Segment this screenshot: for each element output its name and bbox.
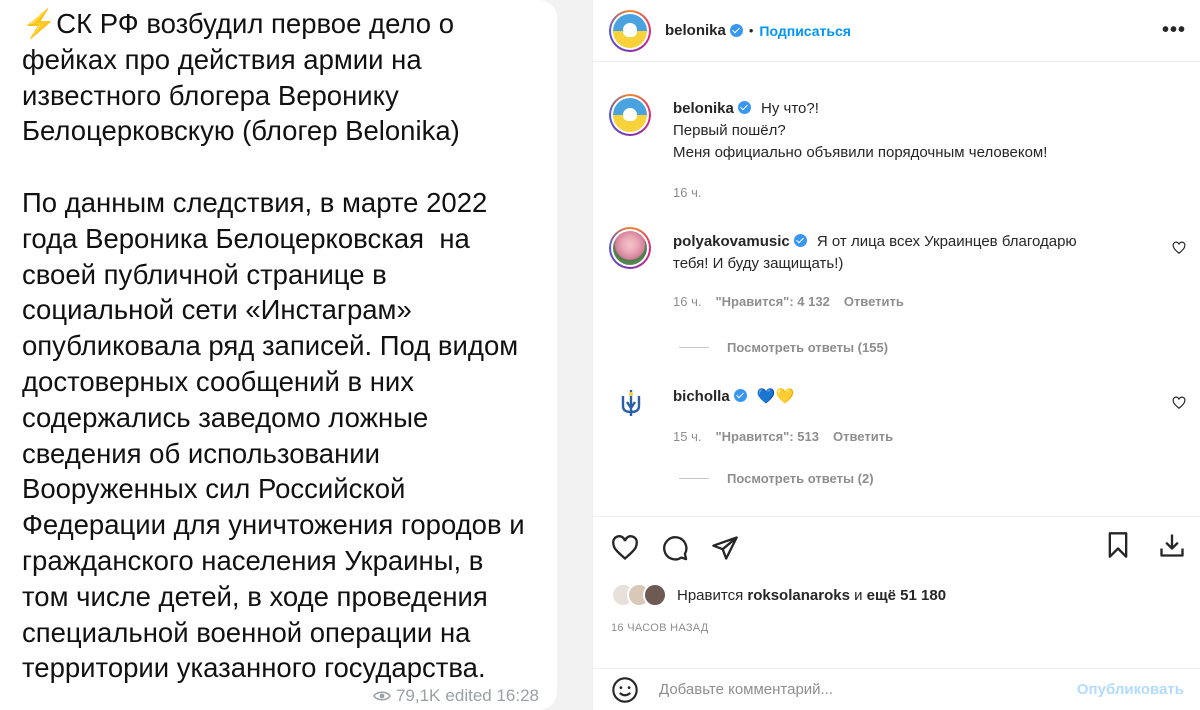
comment-username[interactable]: polyakovamusic <box>673 233 790 250</box>
verified-badge-icon <box>737 101 751 114</box>
comment-text: тебя! И буду защищать!) <box>673 255 844 272</box>
comment-username[interactable]: bicholla <box>673 388 730 405</box>
post-side-panel: belonika • Подписаться ••• belonika Ну ч… <box>592 0 1200 710</box>
comment-input[interactable] <box>659 681 1077 698</box>
caption-line: Ну что?! <box>761 100 819 117</box>
post-date[interactable]: 16 ЧАСОВ НАЗАД <box>611 622 709 634</box>
trident-icon <box>621 390 641 416</box>
liker-username[interactable]: roksolanaroks <box>747 587 850 604</box>
download-icon <box>1160 534 1184 557</box>
comment-text: Я от лица всех Украинцев благодарю <box>816 233 1077 250</box>
avatar[interactable] <box>609 227 651 269</box>
follow-button[interactable]: Подписаться <box>759 23 851 39</box>
likes-conjunction: и <box>854 586 863 604</box>
reply-button[interactable]: Ответить <box>844 291 904 313</box>
caption-time[interactable]: 16 ч. <box>673 182 701 204</box>
post-header: belonika • Подписаться ••• <box>593 0 1200 62</box>
replies-divider <box>679 478 709 479</box>
telegram-message-meta: 79,1K edited 16:28 <box>373 686 539 706</box>
comment-item: polyakovamusic Я от лица всех Украинцев … <box>609 227 1186 313</box>
view-replies-button[interactable]: Посмотреть ответы (155) <box>679 340 888 355</box>
like-comment-icon[interactable] <box>1172 241 1186 255</box>
likes-count[interactable]: ещё 51 180 <box>867 587 946 604</box>
likes-summary[interactable]: Нравится roksolanaroks и ещё 51 180 <box>611 578 1186 612</box>
verified-badge-icon <box>793 234 807 247</box>
caption-row: belonika Ну что?! Первый пошёл? Меня офи… <box>609 94 1186 204</box>
avatar[interactable] <box>609 9 651 52</box>
view-replies-button[interactable]: Посмотреть ответы (2) <box>679 471 874 486</box>
comment-likes[interactable]: "Нравится": 513 <box>715 426 819 448</box>
avatar[interactable] <box>609 382 651 424</box>
telegram-message-bubble: ⚡СК РФ возбудил первое дело о фейках про… <box>0 0 557 710</box>
edited-time: edited 16:28 <box>445 686 539 705</box>
like-button[interactable] <box>611 534 639 562</box>
add-comment-bar: Опубликовать <box>593 668 1200 710</box>
avatar[interactable] <box>609 94 651 136</box>
save-button[interactable] <box>1104 531 1132 564</box>
like-comment-icon[interactable] <box>1172 396 1186 410</box>
separator-dot: • <box>748 23 754 38</box>
verified-badge-icon <box>733 389 747 402</box>
post-media[interactable]: ⚡СК РФ возбудил первое дело о фейках про… <box>0 0 592 710</box>
send-icon <box>712 535 738 560</box>
reply-button[interactable]: Ответить <box>833 426 893 448</box>
comment-icon <box>663 535 688 561</box>
heart-icon <box>612 534 638 560</box>
comment-item: bicholla 💙💛 15 ч. "Нравится": 513 Ответи… <box>609 382 1186 448</box>
download-button[interactable] <box>1158 531 1186 564</box>
eye-icon <box>373 691 391 701</box>
comment-likes[interactable]: "Нравится": 4 132 <box>715 291 829 313</box>
bookmark-icon <box>1108 532 1128 558</box>
header-username[interactable]: belonika <box>665 22 726 39</box>
avatar <box>643 583 667 607</box>
comments-section[interactable]: belonika Ну что?! Первый пошёл? Меня офи… <box>593 62 1200 516</box>
replies-divider <box>679 347 709 348</box>
verified-badge-icon <box>729 24 743 37</box>
view-replies-label: Посмотреть ответы (155) <box>727 340 889 355</box>
post-actions-bar <box>593 516 1200 578</box>
caption-line: Меня официально объявили порядочным чело… <box>673 144 1048 161</box>
likes-prefix: Нравится <box>677 586 744 604</box>
comment-text: 💙💛 <box>756 388 795 405</box>
comment-button[interactable] <box>661 534 689 562</box>
lightning-emoji: ⚡ <box>22 8 57 39</box>
emoji-icon[interactable] <box>611 676 639 704</box>
more-options-icon[interactable]: ••• <box>1162 19 1186 42</box>
caption-username[interactable]: belonika <box>673 100 734 117</box>
view-replies-label: Посмотреть ответы (2) <box>727 471 874 486</box>
telegram-message-body: СК РФ возбудил первое дело о фейках про … <box>22 8 525 684</box>
comment-time[interactable]: 16 ч. <box>673 291 701 313</box>
caption-line: Первый пошёл? <box>673 122 786 139</box>
view-count: 79,1K <box>395 686 441 705</box>
share-button[interactable] <box>711 534 739 562</box>
telegram-message-text: ⚡СК РФ возбудил первое дело о фейках про… <box>22 6 537 686</box>
comment-time[interactable]: 15 ч. <box>673 426 701 448</box>
liker-avatars <box>611 583 667 607</box>
publish-button[interactable]: Опубликовать <box>1077 681 1184 698</box>
